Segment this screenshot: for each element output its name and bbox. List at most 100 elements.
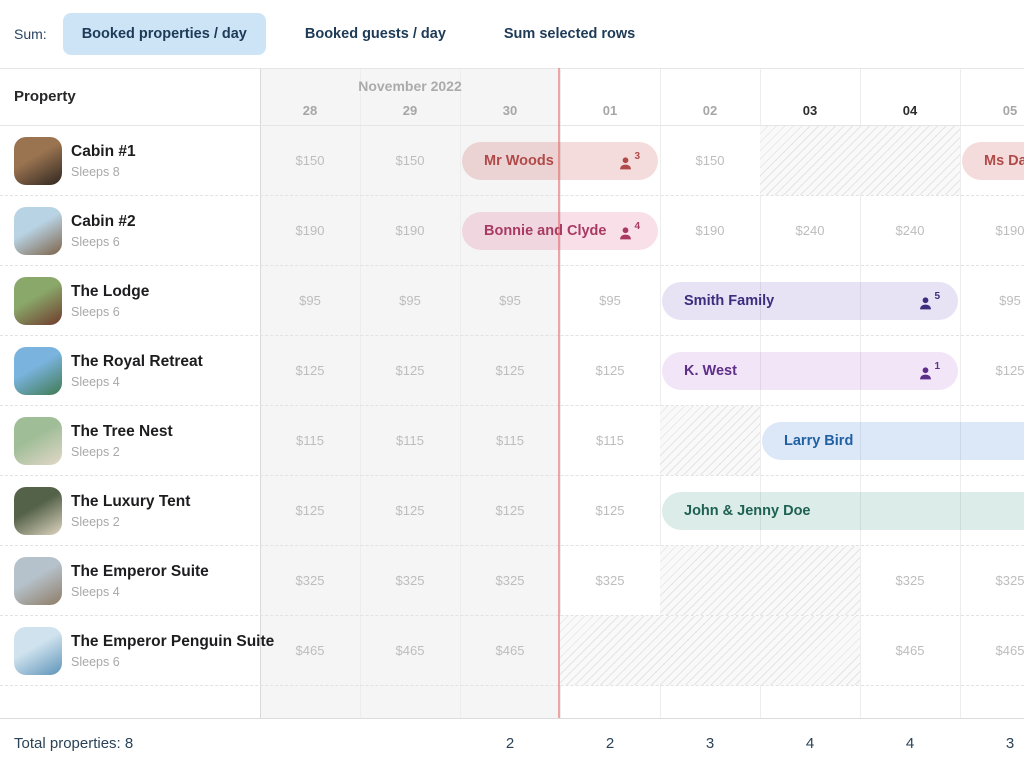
price-cell[interactable]: $125 xyxy=(360,336,460,405)
property-rows: Cabin #1Sleeps 8$150$150$150Mr Woods3Ms … xyxy=(0,126,1024,686)
property-row-the-tree-nest: The Tree NestSleeps 2$115$115$115$115Lar… xyxy=(0,406,1024,476)
booking-pill-john-jenny-doe[interactable]: John & Jenny Doe xyxy=(662,492,1024,530)
property-sleeps: Sleeps 2 xyxy=(71,515,190,529)
property-info[interactable]: Cabin #2 Sleeps 6 xyxy=(14,196,136,265)
toolbar: Sum: Booked properties / day Booked guest… xyxy=(0,0,1024,68)
price-cell[interactable]: $95 xyxy=(960,266,1024,335)
property-thumbnail xyxy=(14,137,62,185)
sum-mode-tabs: Booked properties / day Booked guests / d… xyxy=(63,13,655,55)
price-cell[interactable]: $465 xyxy=(360,616,460,685)
total-properties-label: Total properties: 8 xyxy=(14,719,133,768)
property-info[interactable]: The Luxury Tent Sleeps 2 xyxy=(14,476,190,545)
property-info[interactable]: The Royal RetreatSleeps 4 xyxy=(14,336,203,405)
day-label-02: 02 xyxy=(660,103,760,118)
property-name: The Emperor Penguin Suite xyxy=(71,633,274,651)
property-info[interactable]: The Emperor SuiteSleeps 4 xyxy=(14,546,209,615)
property-name: Cabin #1 xyxy=(71,143,136,161)
property-sleeps: Sleeps 4 xyxy=(71,375,203,389)
property-row-cabin-1: Cabin #1Sleeps 8$150$150$150Mr Woods3Ms … xyxy=(0,126,1024,196)
price-cell[interactable]: $125 xyxy=(460,336,560,405)
today-marker-line xyxy=(558,68,560,718)
price-cell[interactable]: $465 xyxy=(960,616,1024,685)
property-text: Cabin #1 Sleeps 8 xyxy=(71,143,136,179)
property-row-the-emperor-suite: The Emperor SuiteSleeps 4$325$325$325$32… xyxy=(0,546,1024,616)
price-cell[interactable]: $125 xyxy=(560,476,660,545)
price-cell[interactable]: $190 xyxy=(260,196,360,265)
booking-guest-name: Smith Family xyxy=(684,293,774,309)
property-sleeps: Sleeps 6 xyxy=(71,235,136,249)
price-cell[interactable]: $95 xyxy=(260,266,360,335)
price-cell[interactable]: $465 xyxy=(860,616,960,685)
property-sleeps: Sleeps 8 xyxy=(71,165,136,179)
property-sleeps: Sleeps 6 xyxy=(71,305,149,319)
tab-booked-guests-day[interactable]: Booked guests / day xyxy=(286,13,465,55)
booking-pill-smith-family[interactable]: Smith Family 5 xyxy=(662,282,958,320)
price-cell[interactable]: $95 xyxy=(360,266,460,335)
price-cell[interactable]: $150 xyxy=(260,126,360,195)
guest-count: 1 xyxy=(918,362,940,381)
price-cell[interactable]: $240 xyxy=(760,196,860,265)
booking-calendar-app: Sum: Booked properties / day Booked guest… xyxy=(0,0,1024,768)
sum-cell-day-02: 3 xyxy=(660,719,760,768)
price-cell[interactable]: $465 xyxy=(260,616,360,685)
price-cell[interactable]: $95 xyxy=(560,266,660,335)
property-info[interactable]: The Emperor Penguin Suite Sleeps 6 xyxy=(14,616,274,685)
price-cell[interactable]: $125 xyxy=(460,476,560,545)
property-row-the-lodge: The LodgeSleeps 6$95$95$95$95$95Smith Fa… xyxy=(0,266,1024,336)
price-cell[interactable]: $190 xyxy=(660,196,760,265)
price-cell[interactable]: $95 xyxy=(460,266,560,335)
booking-pill-mr-woods[interactable]: Mr Woods3 xyxy=(462,142,658,180)
tab-sum-selected-rows[interactable]: Sum selected rows xyxy=(485,13,654,55)
property-info[interactable]: Cabin #1 Sleeps 8 xyxy=(14,126,136,195)
booking-pill-bonnie-and-clyde[interactable]: Bonnie and Clyde4 xyxy=(462,212,658,250)
tab-booked-properties-day[interactable]: Booked properties / day xyxy=(63,13,266,55)
price-cell[interactable]: $115 xyxy=(460,406,560,475)
property-info[interactable]: The Lodge Sleeps 6 xyxy=(14,266,149,335)
blocked-cell xyxy=(660,546,860,615)
property-thumbnail xyxy=(14,347,62,395)
blocked-cell xyxy=(560,616,860,685)
price-cell[interactable]: $125 xyxy=(260,476,360,545)
property-name: The Tree Nest xyxy=(71,423,173,441)
property-name: The Luxury Tent xyxy=(71,493,190,511)
price-cell[interactable]: $325 xyxy=(560,546,660,615)
property-text: The Royal RetreatSleeps 4 xyxy=(71,353,203,389)
sum-cell-day-04: 4 xyxy=(860,719,960,768)
price-cell[interactable]: $325 xyxy=(260,546,360,615)
price-cell[interactable]: $325 xyxy=(860,546,960,615)
guest-count: 3 xyxy=(618,152,640,171)
blocked-cell xyxy=(760,126,960,195)
guest-icon xyxy=(618,156,633,171)
property-text: The Lodge Sleeps 6 xyxy=(71,283,149,319)
property-row-the-royal-retreat: The Royal RetreatSleeps 4$125$125$125$12… xyxy=(0,336,1024,406)
booking-guest-name: Ms Dav xyxy=(984,153,1024,169)
price-cell[interactable]: $190 xyxy=(960,196,1024,265)
property-sleeps: Sleeps 6 xyxy=(71,655,274,669)
price-cell[interactable]: $115 xyxy=(260,406,360,475)
price-cell[interactable]: $125 xyxy=(560,336,660,405)
price-cell[interactable]: $150 xyxy=(660,126,760,195)
property-thumbnail xyxy=(14,487,62,535)
price-cell[interactable]: $115 xyxy=(560,406,660,475)
price-cell[interactable]: $125 xyxy=(960,336,1024,405)
price-cell[interactable]: $125 xyxy=(260,336,360,405)
property-info[interactable]: The Tree NestSleeps 2 xyxy=(14,406,173,475)
price-cell[interactable]: $115 xyxy=(360,406,460,475)
price-cell[interactable]: $325 xyxy=(360,546,460,615)
price-cell[interactable]: $465 xyxy=(460,616,560,685)
guest-count-number: 5 xyxy=(934,292,940,302)
price-cell[interactable]: $325 xyxy=(460,546,560,615)
price-cell[interactable]: $125 xyxy=(360,476,460,545)
price-cell[interactable]: $325 xyxy=(960,546,1024,615)
price-cell[interactable]: $240 xyxy=(860,196,960,265)
price-cell[interactable]: $190 xyxy=(360,196,460,265)
sum-label: Sum: xyxy=(14,26,47,42)
price-cell[interactable]: $150 xyxy=(360,126,460,195)
booking-pill-k-west[interactable]: K. West1 xyxy=(662,352,958,390)
booking-pill-larry-bird[interactable]: Larry Bird xyxy=(762,422,1024,460)
booking-pill-ms-dav[interactable]: Ms Dav xyxy=(962,142,1024,180)
property-column-header: Property xyxy=(14,69,76,125)
property-name: Cabin #2 xyxy=(71,213,136,231)
property-name: The Lodge xyxy=(71,283,149,301)
guest-icon xyxy=(918,296,933,311)
